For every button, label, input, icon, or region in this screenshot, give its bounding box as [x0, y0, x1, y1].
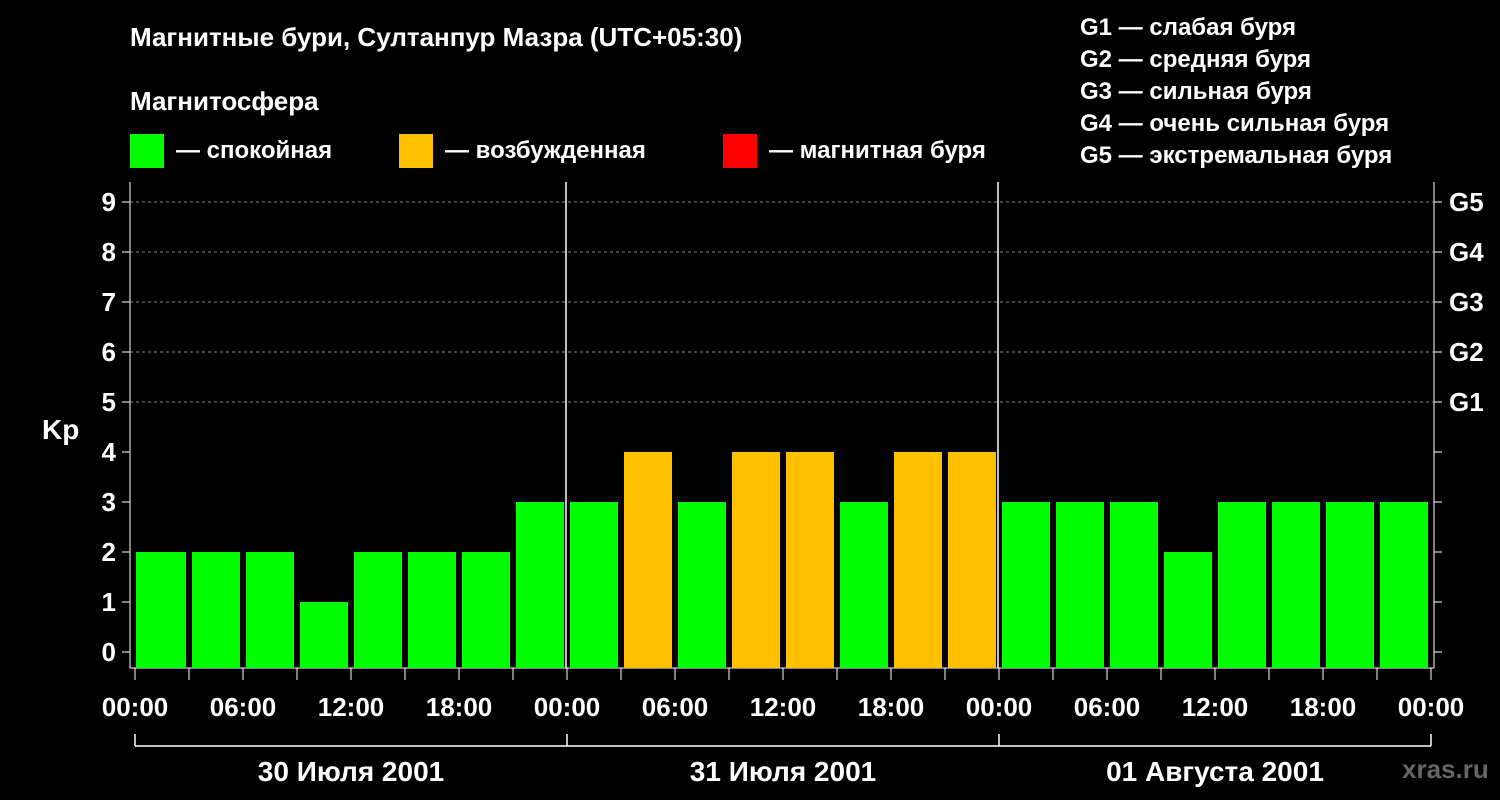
kp-bar [354, 552, 402, 668]
y-tick-label: 9 [102, 187, 116, 217]
x-tick-label: 00:00 [1398, 692, 1465, 722]
g-level-label: G5 [1449, 187, 1484, 217]
x-tick-label: 18:00 [426, 692, 493, 722]
kp-bar [1380, 502, 1428, 668]
x-tick-label: 00:00 [966, 692, 1033, 722]
day-label: 30 Июля 2001 [258, 756, 444, 787]
x-tick-label: 12:00 [1182, 692, 1249, 722]
y-tick-label: 6 [102, 337, 116, 367]
y-tick-label: 2 [102, 537, 116, 567]
kp-bar [624, 452, 672, 668]
kp-bar [1218, 502, 1266, 668]
kp-bar [1164, 552, 1212, 668]
watermark: xras.ru [1402, 754, 1489, 784]
y-tick-label: 5 [102, 387, 116, 417]
y-axis-label: Kp [42, 414, 79, 445]
kp-bar [678, 502, 726, 668]
y-tick-label: 3 [102, 487, 116, 517]
kp-bar [300, 602, 348, 668]
x-tick-label: 18:00 [858, 692, 925, 722]
x-tick-label: 00:00 [102, 692, 169, 722]
x-tick-label: 12:00 [750, 692, 817, 722]
g-level-label: G3 [1449, 287, 1484, 317]
kp-bar [1326, 502, 1374, 668]
kp-bar [570, 502, 618, 668]
x-tick-label: 18:00 [1290, 692, 1357, 722]
kp-bar [786, 452, 834, 668]
x-tick-label: 06:00 [1074, 692, 1141, 722]
kp-bar [1002, 502, 1050, 668]
g-level-label: G1 [1449, 387, 1484, 417]
kp-bar [246, 552, 294, 668]
kp-bar [516, 502, 564, 668]
kp-bar [732, 452, 780, 668]
kp-bar [948, 452, 996, 668]
y-tick-label: 1 [102, 587, 116, 617]
x-tick-label: 00:00 [534, 692, 601, 722]
kp-bar [136, 552, 186, 668]
y-tick-label: 8 [102, 237, 116, 267]
x-tick-label: 06:00 [210, 692, 277, 722]
kp-bar [408, 552, 456, 668]
x-tick-label: 06:00 [642, 692, 709, 722]
kp-bar [1110, 502, 1158, 668]
kp-bar [1272, 502, 1320, 668]
x-tick-label: 12:00 [318, 692, 385, 722]
day-label: 01 Августа 2001 [1106, 756, 1324, 787]
day-label: 31 Июля 2001 [690, 756, 876, 787]
kp-bar [462, 552, 510, 668]
g-level-label: G2 [1449, 337, 1484, 367]
kp-bar [840, 502, 888, 668]
kp-bar [192, 552, 240, 668]
y-tick-label: 7 [102, 287, 116, 317]
g-level-label: G4 [1449, 237, 1484, 267]
kp-bar-chart: 0 1 2 3 4 5 6 7 8 9 G1 G2 G3 G4 G5 Kp 00:00 06:00 12:00 18:… [42, 182, 1484, 787]
kp-bar [894, 452, 942, 668]
y-tick-label: 4 [102, 437, 117, 467]
y-tick-label: 0 [102, 637, 116, 667]
kp-bar [1056, 502, 1104, 668]
